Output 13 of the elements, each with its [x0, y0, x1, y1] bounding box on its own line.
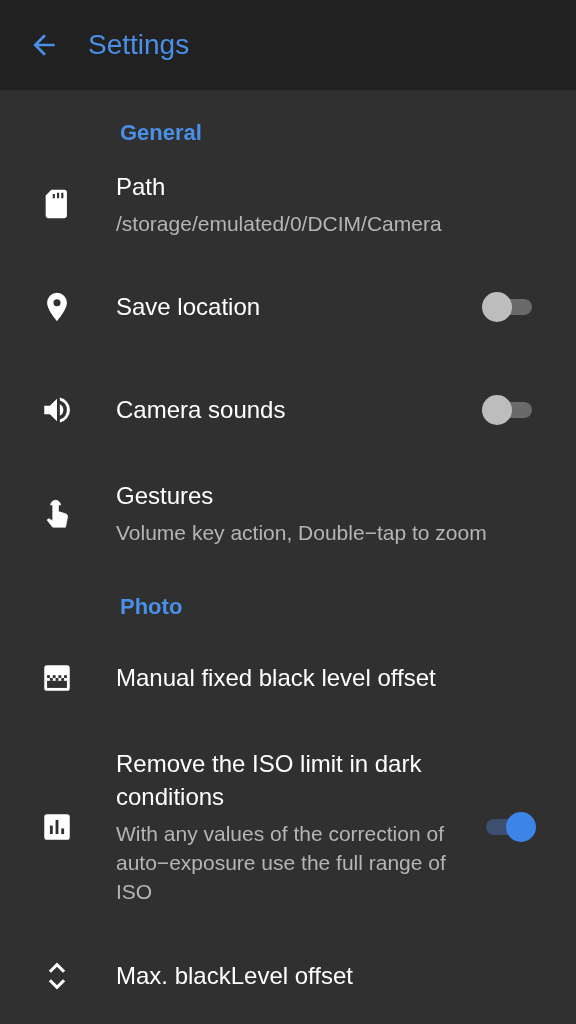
- section-header: General: [119, 119, 203, 147]
- setting-title: Save location: [116, 292, 262, 322]
- screen-title: Settings: [88, 29, 190, 61]
- setting-title: Path: [116, 171, 167, 202]
- setting-title: Camera sounds: [116, 395, 287, 425]
- setting-title: Gestures: [116, 480, 215, 511]
- setting-summary: /storage/emulated/0/DCIM/Camera: [116, 210, 443, 237]
- setting-title: Remove the ISO limit in dark conditions: [116, 749, 423, 812]
- setting-summary: With any values of the correction of auto−exposure use the full range of ISO: [116, 821, 447, 905]
- setting-summary: Volume key action, Double−tap to zoom: [116, 519, 488, 546]
- section-header: Photo: [119, 593, 184, 621]
- setting-title: Max. blackLevel offset: [116, 961, 354, 991]
- setting-title: Manual fixed black level offset: [116, 663, 437, 693]
